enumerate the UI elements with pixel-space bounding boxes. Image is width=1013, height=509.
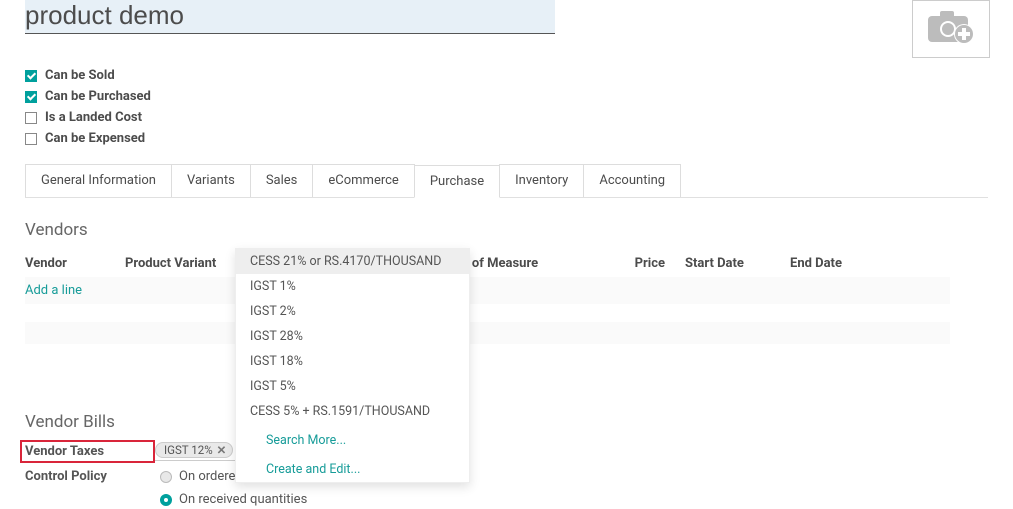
policy-received-label: On received quantities: [179, 492, 307, 507]
tax-option[interactable]: CESS 5% + RS.1591/THOUSAND: [236, 399, 469, 424]
radio-icon: [160, 471, 172, 483]
tab-sales[interactable]: Sales: [250, 164, 314, 197]
tab-general-information[interactable]: General Information: [25, 164, 172, 197]
column-end-date: End Date: [790, 256, 910, 271]
image-upload[interactable]: [912, 0, 990, 58]
can-be-sold-checkbox[interactable]: [25, 70, 37, 82]
can-be-purchased-label: Can be Purchased: [45, 89, 151, 104]
tax-chip: IGST 12% ✕: [155, 442, 233, 458]
tab-accounting[interactable]: Accounting: [583, 164, 681, 197]
tax-dropdown: CESS 21% or RS.4170/THOUSAND IGST 1% IGS…: [235, 248, 470, 483]
product-name-input[interactable]: [25, 0, 555, 34]
table-blank-row: [25, 322, 950, 344]
tax-option[interactable]: IGST 1%: [236, 274, 469, 299]
column-start-date: Start Date: [665, 256, 790, 271]
policy-received-option[interactable]: On received quantities: [160, 492, 307, 507]
vendors-section-title: Vendors: [25, 220, 988, 240]
control-policy-label: Control Policy: [25, 469, 160, 484]
remove-tax-icon[interactable]: ✕: [217, 443, 227, 457]
add-a-line-link[interactable]: Add a line: [25, 283, 82, 298]
is-landed-cost-label: Is a Landed Cost: [45, 110, 142, 125]
tab-purchase[interactable]: Purchase: [414, 165, 500, 198]
column-vendor: Vendor: [25, 256, 125, 271]
create-and-edit-link[interactable]: Create and Edit...: [236, 457, 469, 482]
can-be-purchased-checkbox[interactable]: [25, 91, 37, 103]
search-more-link[interactable]: Search More...: [236, 428, 469, 453]
can-be-expensed-checkbox[interactable]: [25, 133, 37, 145]
tax-option[interactable]: IGST 28%: [236, 324, 469, 349]
camera-plus-icon: [926, 8, 976, 50]
tab-inventory[interactable]: Inventory: [499, 164, 584, 197]
is-landed-cost-checkbox[interactable]: [25, 112, 37, 124]
radio-selected-icon: [160, 494, 172, 506]
can-be-sold-label: Can be Sold: [45, 68, 115, 83]
tab-ecommerce[interactable]: eCommerce: [312, 164, 414, 197]
can-be-expensed-label: Can be Expensed: [45, 131, 145, 146]
tax-option[interactable]: IGST 2%: [236, 299, 469, 324]
tax-option[interactable]: IGST 5%: [236, 374, 469, 399]
tax-option[interactable]: CESS 21% or RS.4170/THOUSAND: [236, 249, 469, 274]
tab-variants[interactable]: Variants: [171, 164, 251, 197]
tax-option[interactable]: IGST 18%: [236, 349, 469, 374]
tax-chip-label: IGST 12%: [164, 443, 213, 457]
vendor-taxes-label: Vendor Taxes: [20, 440, 155, 463]
column-price: Price: [605, 256, 665, 271]
vendor-bills-section-title: Vendor Bills: [25, 412, 988, 432]
